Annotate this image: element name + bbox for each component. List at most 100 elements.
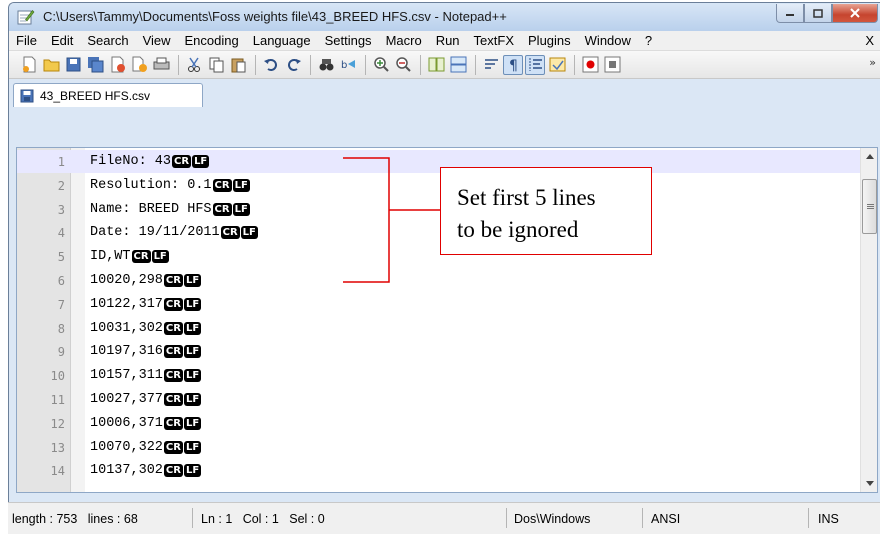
sync-horizontal-button[interactable] <box>448 55 468 75</box>
new-file-button[interactable] <box>19 55 39 75</box>
copy-button[interactable] <box>206 55 226 75</box>
editor-line[interactable]: 6 10020,298 CR LF <box>17 269 877 292</box>
toolbar-overflow-chevron[interactable]: » <box>869 56 876 69</box>
eol-marker: CR LF <box>163 393 202 406</box>
editor-line[interactable]: 14 10137,302 CR LF <box>17 459 877 482</box>
sync-horizontal-icon <box>450 56 466 73</box>
undo-button[interactable] <box>261 55 281 75</box>
scroll-thumb[interactable] <box>862 179 877 234</box>
eol-cr-badge: CR <box>212 202 232 216</box>
toolbar-separator <box>178 54 179 75</box>
line-number: 11 <box>50 393 65 407</box>
show-all-characters-button[interactable]: ¶ <box>503 54 523 75</box>
line-content: 10122,317 <box>90 296 163 312</box>
editor-line[interactable]: 8 10031,302 CR LF <box>17 317 877 340</box>
tab-43-breed-hfs[interactable]: 43_BREED HFS.csv <box>13 83 203 107</box>
line-content: FileNo: 43 <box>90 154 172 169</box>
arrow-up-icon <box>865 154 874 159</box>
save-all-button[interactable] <box>85 55 105 75</box>
open-file-button[interactable] <box>41 55 61 75</box>
vertical-scrollbar[interactable] <box>860 148 877 492</box>
line-text: 10027,377 CR LF <box>90 392 202 407</box>
status-bar: length : 753 lines : 68 Ln : 1 Col : 1 S… <box>8 502 880 534</box>
paste-button[interactable] <box>228 55 248 75</box>
eol-lf-badge: LF <box>183 393 202 406</box>
menu-language[interactable]: Language <box>246 33 318 48</box>
line-content: ID,WT <box>90 249 131 265</box>
user-language-icon <box>549 57 565 72</box>
line-number: 6 <box>57 274 65 288</box>
menu-settings[interactable]: Settings <box>318 33 379 48</box>
line-content: Date: 19/11/2011 <box>90 225 220 241</box>
menu-run[interactable]: Run <box>429 33 467 48</box>
line-text: Resolution: 0.1 CR LF <box>90 178 251 193</box>
menu-encoding[interactable]: Encoding <box>178 33 246 48</box>
user-language-button[interactable] <box>547 55 567 75</box>
sync-vertical-button[interactable] <box>426 55 446 75</box>
eol-marker: CR LF <box>172 155 210 168</box>
scroll-up-arrow[interactable] <box>861 148 878 165</box>
eol-cr-badge: CR <box>163 345 183 359</box>
cut-button[interactable] <box>184 55 204 75</box>
annotation-line-2: to be ignored <box>457 217 579 242</box>
line-content: 10197,316 <box>90 344 163 360</box>
line-number: 4 <box>57 226 65 241</box>
zoom-out-button[interactable] <box>393 55 413 75</box>
sync-vertical-icon <box>428 57 444 72</box>
toolbar: b ¶ » <box>9 51 880 79</box>
eol-cr-badge: CR <box>163 297 183 311</box>
line-content: 10157,311 <box>90 368 163 384</box>
toolbar-separator <box>255 54 256 75</box>
tab-bar: 43_BREED HFS.csv <box>9 80 880 107</box>
editor-line[interactable]: 13 10070,322 CR LF <box>17 436 877 459</box>
undo-icon <box>263 59 277 71</box>
menu-plugins[interactable]: Plugins <box>521 33 578 48</box>
eol-marker: CR LF <box>163 345 202 359</box>
menu-window[interactable]: Window <box>578 33 638 48</box>
minimize-button[interactable] <box>776 4 804 23</box>
editor-line[interactable]: 9 10197,316 CR LF <box>17 340 877 363</box>
editor-line[interactable]: 12 10006,371 CR LF <box>17 412 877 435</box>
menu-textfx[interactable]: TextFX <box>467 33 521 48</box>
eol-cr-badge: CR <box>163 393 183 406</box>
open-folder-icon <box>43 59 59 72</box>
close-button[interactable] <box>832 4 878 23</box>
indent-guide-button[interactable] <box>525 54 545 75</box>
status-insert-mode: INS <box>818 512 839 526</box>
toolbar-separator <box>365 54 366 75</box>
tab-label: 43_BREED HFS.csv <box>40 88 151 103</box>
line-number: 14 <box>50 464 65 479</box>
menu-edit[interactable]: Edit <box>44 33 80 48</box>
line-content: 10006,371 <box>90 415 163 431</box>
zoom-in-button[interactable] <box>371 55 391 75</box>
redo-button[interactable] <box>283 55 303 75</box>
word-wrap-button[interactable] <box>481 55 501 75</box>
editor-line[interactable]: 11 10027,377 CR LF <box>17 388 877 411</box>
eol-marker: CR LF <box>212 202 251 216</box>
close-all-button[interactable] <box>129 55 149 75</box>
find-button[interactable] <box>316 55 336 75</box>
stop-macro-button[interactable] <box>602 55 622 75</box>
scroll-down-arrow[interactable] <box>861 475 878 492</box>
scroll-grip <box>867 204 874 210</box>
close-icon <box>850 8 860 18</box>
menu-bar: File Edit Search View Encoding Language … <box>9 31 880 51</box>
menu-help[interactable]: ? <box>638 33 659 48</box>
line-content: 10070,322 <box>90 439 163 455</box>
record-macro-button[interactable] <box>580 55 600 75</box>
close-document-button[interactable]: X <box>865 33 874 48</box>
menu-search[interactable]: Search <box>80 33 135 48</box>
editor-line[interactable]: 10 10157,311 CR LF <box>17 364 877 387</box>
save-icon <box>66 57 80 72</box>
editor-line[interactable]: 7 10122,317 CR LF <box>17 293 877 316</box>
menu-macro[interactable]: Macro <box>379 33 429 48</box>
replace-button[interactable]: b <box>338 55 358 75</box>
print-button[interactable] <box>151 55 171 75</box>
status-eol-format: Dos\Windows <box>514 512 591 526</box>
close-file-button[interactable] <box>107 55 127 75</box>
stop-icon <box>604 56 620 73</box>
menu-view[interactable]: View <box>136 33 178 48</box>
save-button[interactable] <box>63 55 83 75</box>
maximize-button[interactable] <box>804 4 832 23</box>
menu-file[interactable]: File <box>9 33 44 48</box>
